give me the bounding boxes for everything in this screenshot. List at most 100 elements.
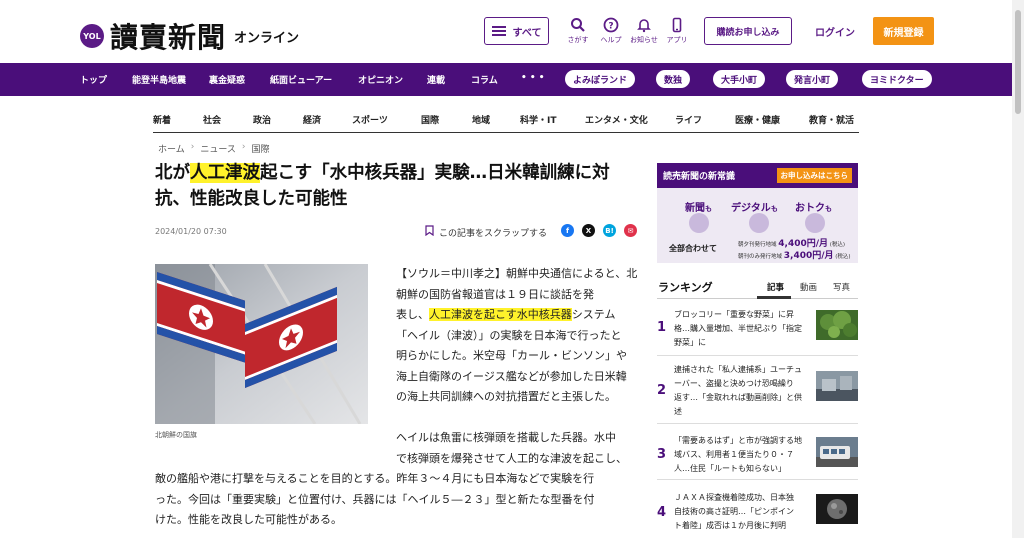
ranking-thumbnail [816, 310, 858, 340]
paragraph-1-text: 【ソウル＝中川孝之】朝鮮中央通信によると、北朝鮮の国防省報道官は１９日に談話を発 [396, 267, 638, 301]
article-date: 2024/01/20 07:30 [155, 227, 227, 236]
nav-pill-otemachi[interactable]: 大手小町 [713, 70, 766, 88]
hamburger-icon [491, 26, 506, 36]
breadcrumb-news[interactable]: ニュース [200, 142, 236, 155]
category-education[interactable]: 教育・就活 [809, 113, 854, 126]
main-nav: トップ 能登半島地震 裏金疑惑 紙面ビューアー オピニオン 連載 コラム • •… [0, 63, 1012, 96]
ranking-tab-videos[interactable]: 動画 [800, 281, 817, 293]
ranking-number: 4 [657, 505, 667, 520]
nav-pill-yomipo[interactable]: よみぽランド [565, 70, 636, 88]
site-logo[interactable]: YOL 讀賣新聞 オンライン [80, 16, 299, 56]
title-prefix: 北が [155, 163, 190, 183]
ad-total-label: 全部合わせて [669, 244, 717, 253]
article-paragraph-2a: ヘイルは魚雷に核弾頭を搭載した兵器。水中 で核弾頭を爆発させて人工的な津波を起こ… [396, 428, 638, 469]
title-highlight: 人工津波 [190, 163, 260, 183]
svg-text:?: ? [608, 22, 613, 32]
ranking-headline: 「需要あるはず」と市が強調する地 域バス、利用者１便当たり０・７ 人…住民「ルー… [674, 434, 806, 476]
ranking-item[interactable]: 2 逮捕された「私人逮捕系」ユーチュ ーバー、盗撮と決めつけ恐喝繰り 返す…「金… [657, 357, 858, 424]
category-medical[interactable]: 医療・健康 [735, 113, 780, 126]
x-share-icon[interactable]: X [582, 224, 595, 237]
headline-line: 格…購入量増加、半世紀ぶり「指定 [674, 324, 802, 333]
paragraph-2-text: った。今回は「重要実験」と位置付け、兵器には「ヘイル５―２３」型と新たな型番を付 [155, 492, 595, 506]
price-area: 朝刊のみ発行地域 [738, 254, 783, 260]
ad-word-digital: デジタルも [731, 199, 778, 214]
body-highlight: 人工津波を起こす水中核兵器 [429, 308, 572, 321]
ad-word-newspaper: 新聞も [685, 199, 712, 214]
nav-item-noto[interactable]: 能登半島地震 [132, 73, 186, 86]
nav-item-uragane[interactable]: 裏金疑惑 [209, 73, 245, 86]
nav-item-top[interactable]: トップ [80, 73, 107, 86]
nav-more-button[interactable]: • • • [521, 73, 545, 83]
category-politics[interactable]: 政治 [253, 113, 271, 126]
logo-wordmark: 讀賣新聞 [110, 21, 227, 54]
category-international[interactable]: 国際 [421, 113, 439, 126]
bell-icon [627, 17, 661, 35]
category-new[interactable]: 新着 [153, 113, 171, 126]
ranking-tab-indicator [757, 296, 791, 299]
mail-share-icon[interactable]: ✉ [624, 224, 637, 237]
ranking-item[interactable]: 1 ブロッコリー「重要な野菜」に昇 格…購入量増加、半世紀ぶり「指定 野菜」に [657, 304, 858, 356]
search-tool-label: さがす [567, 36, 589, 44]
ad-header: 読売新聞の新常識 お申し込みはこちら [657, 163, 858, 188]
nav-item-column[interactable]: コラム [471, 73, 498, 86]
register-button[interactable]: 新規登録 [873, 17, 934, 45]
scrap-icon [424, 225, 435, 239]
paragraph-1-text: の海上共同訓練への対抗措置だと主張した。 [396, 390, 616, 403]
headline-line: ーバー、盗撮と決めつけ恐喝繰り [674, 379, 794, 388]
headline-line: 返す…「金取れれば動画削除」と供 [674, 393, 802, 402]
breadcrumb-international[interactable]: 国際 [252, 142, 270, 155]
ranking-tab-articles[interactable]: 記事 [767, 281, 784, 293]
chevron-right-icon: › [241, 142, 246, 152]
scrap-button[interactable]: この記事をスクラップする [424, 225, 547, 239]
app-tool[interactable]: アプリ [660, 17, 694, 45]
category-society[interactable]: 社会 [203, 113, 221, 126]
subscribe-button[interactable]: 購読お申し込み [704, 17, 792, 45]
paragraph-1-text: 「ヘイル（津波）」の実験を日本海で行ったと [396, 328, 622, 342]
headline-line: ト着陸」成否は１か月後に判明 [674, 521, 786, 530]
ranking-item[interactable]: 4 ＪＡＸＡ探査機着陸成功、日本独 自技術の高さ証明…「ピンポイン ト着陸」成否… [657, 481, 858, 538]
category-entertainment[interactable]: エンタメ・文化 [585, 113, 648, 126]
device-icon [749, 213, 769, 233]
ranking-item[interactable]: 3 「需要あるはず」と市が強調する地 域バス、利用者１便当たり０・７ 人…住民「… [657, 425, 858, 480]
newspaper-icon [689, 213, 709, 233]
hatena-share-icon[interactable]: B! [603, 224, 616, 237]
category-life[interactable]: ライフ [675, 113, 702, 126]
help-icon: ? [594, 17, 628, 35]
app-tool-label: アプリ [666, 36, 688, 44]
nav-item-opinion[interactable]: オピニオン [358, 73, 403, 86]
category-regional[interactable]: 地域 [472, 113, 490, 126]
ad-word-big: おトク [795, 203, 825, 214]
ranking-number: 2 [657, 383, 667, 398]
ranking-number: 1 [657, 320, 667, 335]
headline-line: 「需要あるはず」と市が強調する地 [674, 436, 802, 445]
notice-tool[interactable]: お知らせ [627, 17, 661, 45]
ad-apply-button[interactable]: お申し込みはこちら [776, 168, 852, 183]
ranking-headline: ＪＡＸＡ探査機着陸成功、日本独 自技術の高さ証明…「ピンポイン ト着陸」成否は１… [674, 491, 806, 533]
price-value: 3,400 [783, 251, 813, 261]
ranking-thumbnail [816, 437, 858, 467]
paragraph-1-text: 海上自衛隊のイージス艦などが参加した日米韓 [396, 369, 627, 383]
search-tool[interactable]: さがす [561, 17, 595, 45]
nav-item-viewer[interactable]: 紙面ビューアー [270, 73, 332, 86]
paragraph-2-text: 敵の艦船や港に打撃を与えることを目的とする。昨年３～４月にも日本海などで実験を行 [155, 472, 595, 485]
ranking-tab-photos[interactable]: 写真 [833, 281, 850, 293]
nav-pill-yomidoctor[interactable]: ヨミドクター [862, 70, 932, 88]
scrollbar-thumb[interactable] [1015, 10, 1021, 114]
category-science-it[interactable]: 科学・IT [520, 113, 557, 126]
paragraph-2-text: で核弾頭を爆発させて人工的な津波を起こし、 [396, 451, 627, 465]
login-link[interactable]: ログイン [815, 24, 855, 39]
paragraph-1-text: 表し、 [396, 308, 429, 321]
breadcrumb-home[interactable]: ホーム [158, 142, 185, 155]
north-korea-flags-image [155, 264, 368, 424]
facebook-share-icon[interactable]: f [561, 224, 574, 237]
all-menu-button[interactable]: すべて [484, 17, 549, 45]
photo-caption: 北朝鮮の国旗 [155, 431, 197, 439]
help-tool[interactable]: ? ヘルプ [594, 17, 628, 45]
article-photo[interactable] [155, 264, 368, 424]
nav-pill-sudoku[interactable]: 数独 [656, 70, 691, 88]
category-sports[interactable]: スポーツ [352, 113, 388, 126]
category-economy[interactable]: 経済 [303, 113, 321, 126]
page-scrollbar[interactable] [1012, 0, 1024, 538]
nav-pill-hatsugen[interactable]: 発言小町 [786, 70, 839, 88]
nav-item-rensai[interactable]: 連載 [427, 73, 445, 86]
